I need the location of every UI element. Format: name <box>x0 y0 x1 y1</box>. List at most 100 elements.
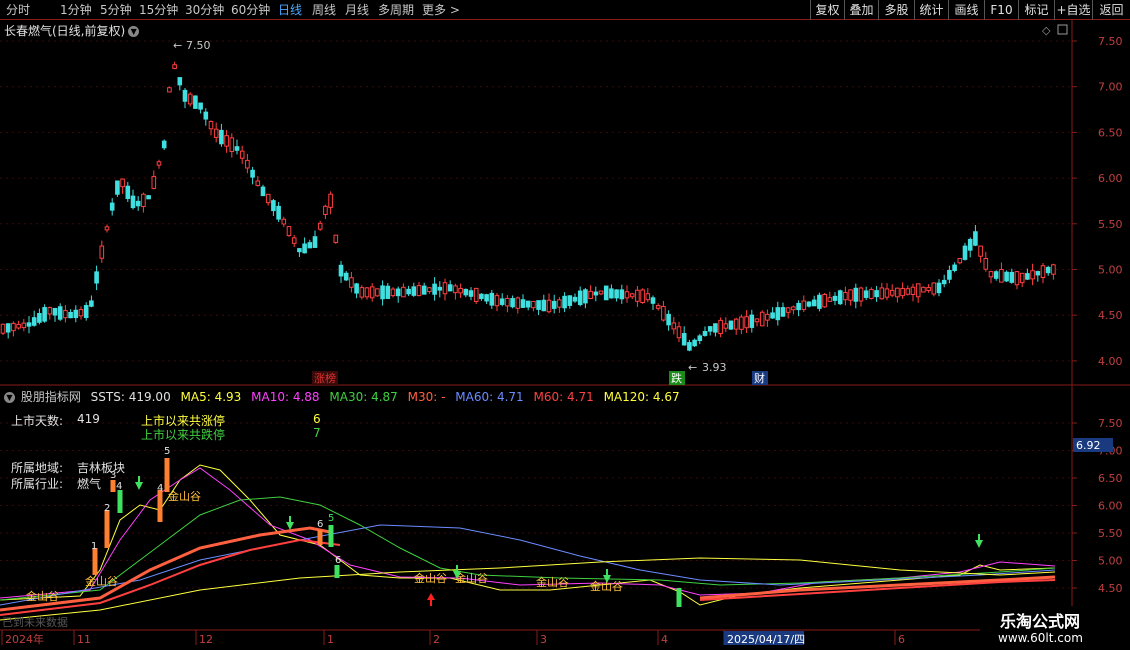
candle-body <box>718 319 723 335</box>
candle-body <box>26 322 32 327</box>
candle-body <box>1030 270 1035 280</box>
candle-body <box>63 310 68 319</box>
down-arrow-stem <box>978 534 980 540</box>
candle-body <box>801 300 807 310</box>
candle-body <box>614 289 619 299</box>
watermark-title: 乐淘公式网 <box>1000 612 1081 631</box>
candle-body <box>484 294 489 302</box>
indicator-tick-label: 5.00 <box>1098 555 1123 568</box>
candle-body <box>843 291 848 301</box>
candle-body <box>1009 271 1015 283</box>
candle-body <box>125 185 131 200</box>
candle-body <box>603 285 609 301</box>
legend-ma120: MA120: 4.67 <box>603 390 680 404</box>
time-label: 1 <box>327 633 334 646</box>
candle-body <box>661 305 666 321</box>
candle-body <box>988 271 994 278</box>
candle-body <box>172 64 177 69</box>
candle-body <box>193 95 198 109</box>
price-tick-label: 5.50 <box>1098 218 1123 231</box>
candle-body <box>395 288 401 297</box>
signal-bar <box>334 565 340 578</box>
candle-body <box>307 242 313 249</box>
limit-down-value: 7 <box>313 426 321 440</box>
legend-ma10: MA10: 4.88 <box>251 390 320 404</box>
candle-body <box>707 326 713 332</box>
legend-m60: M60: 4.71 <box>533 390 594 404</box>
industry-value: 燃气 <box>77 477 102 491</box>
limit-down-label: 上市以来共跌停 <box>141 428 226 442</box>
count-label: 4 <box>116 481 122 492</box>
candle-body <box>338 264 344 277</box>
candle-body <box>749 314 755 328</box>
time-label: 11 <box>77 633 91 646</box>
candle-body <box>744 316 749 329</box>
chevron-down-icon[interactable]: ▼ <box>4 392 15 403</box>
candle-body <box>182 89 188 102</box>
candle-body <box>104 226 110 231</box>
candle-body <box>458 288 463 294</box>
candle-body <box>167 87 172 93</box>
candle-body <box>702 331 708 336</box>
candle-body <box>120 178 125 188</box>
maximize-icon <box>1057 24 1068 35</box>
price-tick-label: 7.00 <box>1098 81 1123 94</box>
down-arrow-stem <box>606 569 608 575</box>
candle-body <box>531 300 536 309</box>
high-arrow-icon: ← <box>173 39 182 52</box>
candle-body <box>302 243 307 254</box>
candle-body <box>629 293 635 298</box>
candle-body <box>0 323 6 334</box>
candle-body <box>993 271 999 279</box>
candle-body <box>406 288 411 295</box>
candle-body <box>250 169 255 178</box>
candle-body <box>645 293 651 301</box>
indicator-name: 股朋指标网 <box>20 390 81 404</box>
candle-body <box>874 290 879 298</box>
candle-body <box>135 200 141 207</box>
candle-body <box>869 288 874 299</box>
candle-body <box>505 297 510 307</box>
price-tick-label: 4.50 <box>1098 309 1123 322</box>
candle-body <box>229 137 235 152</box>
future-data-note: 已到未来数据 <box>2 615 68 629</box>
candle-body <box>390 288 396 297</box>
price-tick-label: 7.50 <box>1098 35 1123 48</box>
watermark-url: www.60lt.com <box>998 631 1083 645</box>
current-price-label: 6.92 <box>1076 439 1101 452</box>
candle-body <box>640 289 645 304</box>
signal-bar <box>676 588 682 607</box>
candle-body <box>411 286 417 296</box>
candle-body <box>1019 272 1025 284</box>
time-axis: 2024年 11 12 1 2 3 4 2025/04/17/四 6 <box>1 630 905 646</box>
time-label: 6 <box>898 633 905 646</box>
candle-body <box>141 193 146 208</box>
price-tick-label: 4.00 <box>1098 355 1123 368</box>
down-arrow-icon <box>975 540 983 548</box>
candle-body <box>832 295 838 301</box>
candle-body <box>255 180 261 186</box>
indicator-legend[interactable]: ▼ 股朋指标网 SSTS: 419.00 MA5: 4.93 MA10: 4.8… <box>4 388 686 405</box>
candle-body <box>515 297 521 309</box>
candle-body <box>16 323 21 329</box>
candle-body <box>453 285 458 294</box>
count-label: 6 <box>335 555 341 566</box>
chart-canvas[interactable]: 7.50 7.00 6.50 6.00 5.50 5.00 4.50 4.00 7.50 7.0… <box>0 0 1130 650</box>
candle-body <box>286 226 292 237</box>
time-label: 4 <box>661 633 668 646</box>
count-label: 2 <box>104 503 110 514</box>
listing-days-value: 419 <box>77 412 100 426</box>
candle-body <box>73 309 79 319</box>
candle-body <box>463 288 469 296</box>
candle-body <box>525 300 531 308</box>
candle-body <box>983 258 989 270</box>
candle-body <box>915 283 921 298</box>
candle-body <box>78 309 84 317</box>
legend-ma60: MA60: 4.71 <box>455 390 524 404</box>
candle-body <box>291 237 297 244</box>
candle-body <box>967 238 973 251</box>
signal-bar <box>117 490 123 513</box>
candle-body <box>692 339 697 347</box>
candlesticks <box>0 61 1056 352</box>
candle-body <box>146 195 151 200</box>
